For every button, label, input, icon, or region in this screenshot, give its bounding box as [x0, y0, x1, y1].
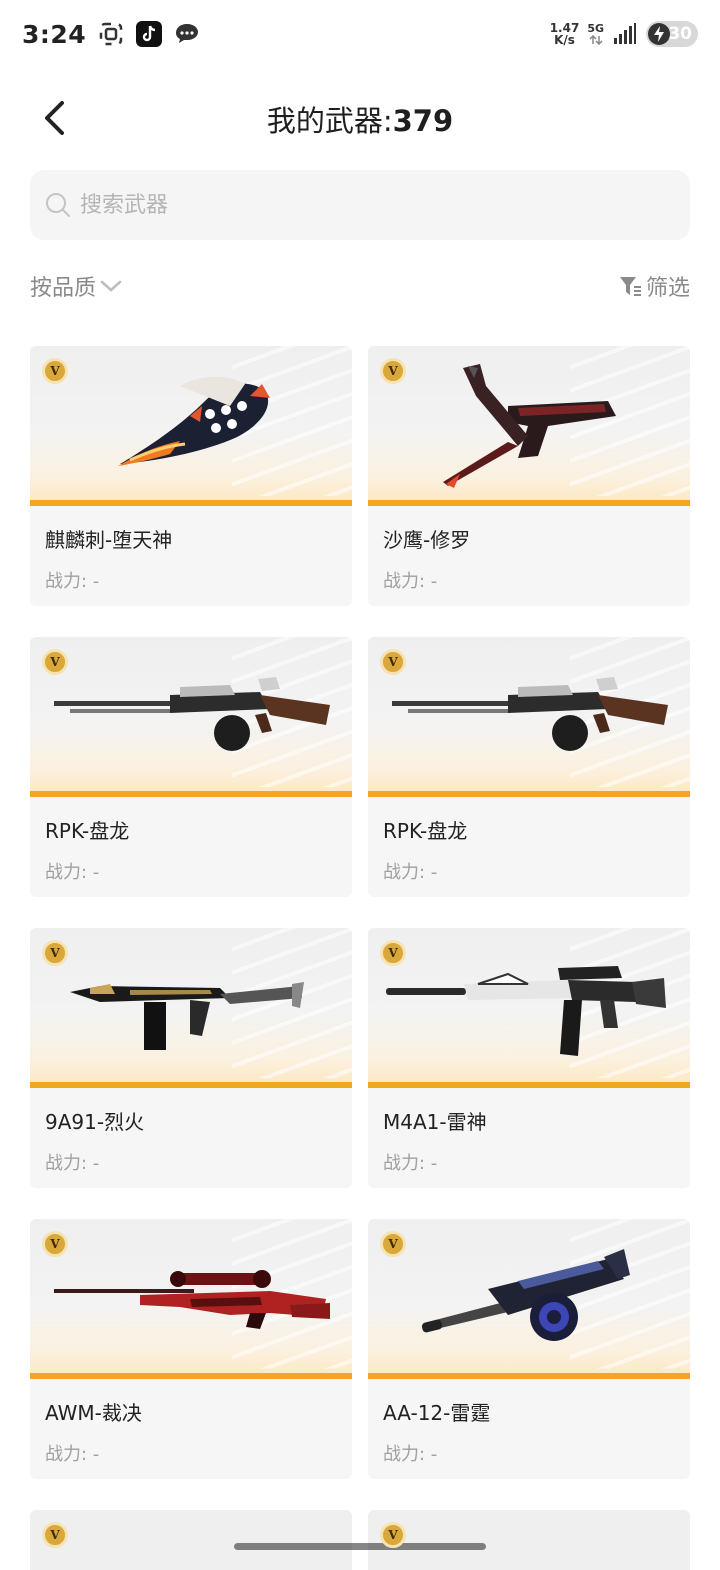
weapon-power: 战力: - — [45, 862, 100, 883]
weapon-card[interactable]: V 麒麟刺-堕天神 战力: - — [30, 346, 352, 606]
weapon-image-area: V — [368, 637, 690, 797]
data-arrows-icon — [589, 35, 603, 45]
network-speed: 1.47 K/s — [550, 22, 580, 46]
weapon-power: 战力: - — [383, 1444, 438, 1465]
weapon-power: 战力: - — [383, 571, 438, 592]
filter-label: 筛选 — [645, 276, 690, 301]
chevron-left-icon — [45, 101, 64, 135]
desert-eagle-icon — [443, 364, 616, 488]
m4a1-rifle-icon — [386, 966, 666, 1056]
battery-level: 30 — [668, 24, 692, 44]
weapon-power: 战力: - — [45, 1153, 100, 1174]
filter-button[interactable]: 筛选 — [618, 270, 690, 302]
weapon-image-area: V — [30, 637, 352, 797]
vip-badge: V — [380, 1522, 406, 1548]
network-type: 5G — [587, 23, 604, 45]
status-bar: 3:24 1.47 K/s 5G 30 — [0, 0, 720, 68]
status-time: 3:24 — [22, 19, 87, 49]
status-bar-left: 3:24 — [22, 20, 200, 49]
weapon-image-area: V — [368, 346, 690, 506]
9a91-rifle-icon — [70, 982, 304, 1050]
weapon-grid: V 麒麟刺-堕天神 战力: - V 沙鹰-修罗 战力: - V RPK-盘龙 战… — [30, 346, 690, 1479]
tiktok-icon — [136, 21, 163, 47]
weapon-name: 9A91-烈火 — [45, 1110, 145, 1134]
signal-icon — [612, 21, 638, 47]
weapon-image-area: V — [30, 1219, 352, 1379]
weapon-grid-next-row: V V — [30, 1510, 690, 1570]
weapon-card[interactable]: V AWM-裁决 战力: - — [30, 1219, 352, 1479]
sort-by-quality-button[interactable]: 按品质 — [30, 270, 122, 302]
weapon-card[interactable]: V 沙鹰-修罗 战力: - — [368, 346, 690, 606]
weapon-image-area: V — [368, 928, 690, 1088]
charging-bolt-icon — [648, 23, 670, 45]
awm-sniper-icon — [54, 1270, 330, 1329]
search-icon — [46, 193, 70, 217]
message-icon — [174, 21, 200, 47]
network-speed-unit: K/s — [554, 33, 575, 47]
sort-label: 按品质 — [30, 276, 97, 301]
weapon-power: 战力: - — [45, 571, 100, 592]
network-type-label: 5G — [587, 22, 604, 35]
screen-capture-icon — [98, 21, 124, 47]
vip-badge: V — [380, 649, 406, 675]
weapon-power: 战力: - — [383, 1153, 438, 1174]
weapon-card-partial[interactable]: V — [30, 1510, 352, 1570]
vip-badge: V — [380, 940, 406, 966]
chevron-down-icon — [100, 280, 122, 292]
weapon-power: 战力: - — [45, 1444, 100, 1465]
page-title: 我的武器:379 — [267, 98, 453, 140]
battery-indicator: 30 — [646, 21, 698, 47]
weapon-power: 战力: - — [383, 862, 438, 883]
weapon-count: 379 — [392, 104, 454, 138]
vip-badge: V — [380, 1231, 406, 1257]
weapon-name: M4A1-雷神 — [383, 1110, 487, 1134]
vip-badge: V — [42, 358, 68, 384]
vip-badge: V — [42, 649, 68, 675]
funnel-icon — [619, 277, 641, 296]
rpk-rifle-icon — [54, 677, 330, 751]
page-title-prefix: 我的武器: — [266, 104, 393, 138]
weapon-card[interactable]: V 9A91-烈火 战力: - — [30, 928, 352, 1188]
vip-badge: V — [42, 1522, 68, 1548]
weapon-card[interactable]: V AA-12-雷霆 战力: - — [368, 1219, 690, 1479]
weapon-name: AA-12-雷霆 — [383, 1401, 491, 1425]
weapon-name: RPK-盘龙 — [383, 819, 468, 843]
page-header: 我的武器:379 — [0, 88, 720, 150]
weapon-name: RPK-盘龙 — [45, 819, 130, 843]
weapon-card-partial[interactable]: V — [368, 1510, 690, 1570]
weapon-image-area: V — [368, 1219, 690, 1379]
home-indicator[interactable] — [234, 1543, 486, 1550]
weapon-card[interactable]: V M4A1-雷神 战力: - — [368, 928, 690, 1188]
aa12-shotgun-icon — [421, 1249, 630, 1341]
vip-badge: V — [380, 358, 406, 384]
back-button[interactable] — [34, 98, 74, 138]
vip-badge: V — [42, 940, 68, 966]
weapon-card[interactable]: V RPK-盘龙 战力: - — [30, 637, 352, 897]
status-bar-right: 1.47 K/s 5G 30 — [550, 21, 698, 47]
weapon-image-area: V — [30, 346, 352, 506]
weapon-image-area: V — [30, 928, 352, 1088]
weapon-name: 沙鹰-修罗 — [383, 528, 471, 552]
search-input[interactable] — [80, 192, 640, 218]
search-bar[interactable] — [30, 170, 690, 240]
weapon-card[interactable]: V RPK-盘龙 战力: - — [368, 637, 690, 897]
filter-bar: 按品质 筛选 — [30, 264, 690, 308]
qilin-blade-icon — [118, 376, 270, 466]
weapon-name: 麒麟刺-堕天神 — [45, 528, 173, 552]
rpk-rifle-icon — [392, 677, 668, 751]
weapon-name: AWM-裁决 — [45, 1401, 142, 1425]
vip-badge: V — [42, 1231, 68, 1257]
